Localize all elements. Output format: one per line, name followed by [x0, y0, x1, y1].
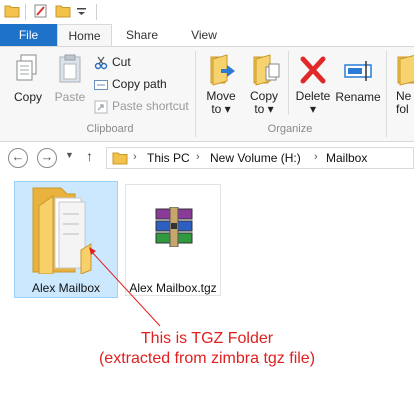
annotation-subtitle: (extracted from zimbra tgz file)	[98, 350, 316, 367]
annotation-title: This is TGZ Folder	[140, 330, 274, 347]
